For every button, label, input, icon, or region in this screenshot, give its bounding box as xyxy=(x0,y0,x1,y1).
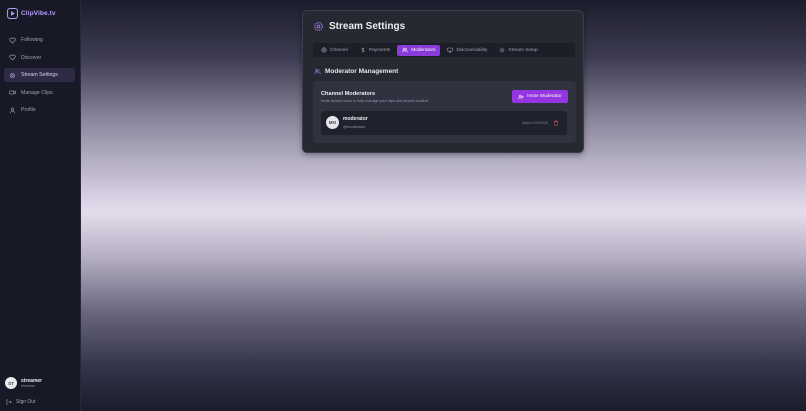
sidebar-item-label: Discover xyxy=(21,54,42,61)
user-handle: streamer xyxy=(21,383,36,388)
gear-icon xyxy=(500,47,505,53)
sidebar-item-stream-settings[interactable]: Stream Settings xyxy=(4,68,75,82)
sidebar-item-discover[interactable]: Discover xyxy=(4,51,75,65)
sidebar-item-label: Manage Clips xyxy=(21,89,53,96)
trash-icon[interactable] xyxy=(553,120,559,126)
sidebar: ClipVibe.tv Following Discover Stream Se… xyxy=(0,0,81,411)
avatar: ST xyxy=(5,377,17,389)
dollar-icon xyxy=(361,47,365,53)
page-title: Stream Settings xyxy=(313,21,405,32)
logout-icon xyxy=(6,399,12,405)
tab-channel[interactable]: Channel xyxy=(316,45,353,56)
sidebar-item-profile[interactable]: Profile xyxy=(4,103,75,117)
tab-label: Moderators xyxy=(411,47,436,53)
sidebar-item-label: Stream Settings xyxy=(21,72,58,78)
globe-icon xyxy=(321,47,327,53)
tab-payments[interactable]: Payments xyxy=(355,45,395,56)
tab-label: Channel xyxy=(330,47,348,53)
monitor-icon xyxy=(447,47,454,53)
section-title: Moderator Management xyxy=(314,68,398,75)
sidebar-item-manage-clips[interactable]: Manage Clips xyxy=(4,86,75,100)
tab-stream-setup[interactable]: Stream Setup xyxy=(494,45,542,56)
settings-tabs: Channel Payments Moderators Discoverabil… xyxy=(313,43,575,57)
tab-moderators[interactable]: Moderators xyxy=(397,44,441,56)
tab-label: Discoverability xyxy=(456,47,488,53)
tab-discoverability[interactable]: Discoverability xyxy=(442,45,492,56)
user-icon xyxy=(9,107,16,113)
moderator-handle: @moderator xyxy=(343,124,366,129)
sidebar-item-label: Following xyxy=(21,37,43,43)
sign-out-label: Sign Out xyxy=(16,399,36,405)
tab-label: Payments xyxy=(368,47,391,53)
app-logo[interactable]: ClipVibe.tv xyxy=(7,8,56,19)
panel-title: Channel Moderators xyxy=(321,91,376,97)
section-title-text: Moderator Management xyxy=(325,68,399,75)
invite-moderator-label: Invite Moderator xyxy=(527,94,562,99)
gear-icon xyxy=(9,72,16,78)
stream-settings-card: Stream Settings Channel Payments Moderat… xyxy=(302,10,584,153)
moderators-panel: Channel Moderators Invite trusted users … xyxy=(313,81,576,143)
page-title-text: Stream Settings xyxy=(329,21,406,32)
panel-subtitle: Invite trusted users to help manage your… xyxy=(321,99,428,103)
moderator-name: moderator xyxy=(343,116,368,122)
video-icon xyxy=(9,90,16,95)
user-name: streamer xyxy=(21,377,43,384)
moderator-added-date: Added 4/10/2025 xyxy=(522,121,548,125)
sidebar-item-following[interactable]: Following xyxy=(4,33,75,47)
invite-moderator-button[interactable]: Invite Moderator xyxy=(512,90,568,103)
heart-icon xyxy=(9,54,16,61)
users-icon xyxy=(314,68,321,75)
avatar: MO xyxy=(326,116,339,129)
users-icon xyxy=(402,47,409,53)
play-icon xyxy=(7,8,18,19)
user-profile[interactable]: ST streamer streamer xyxy=(5,377,42,389)
sidebar-nav: Following Discover Stream Settings Manag… xyxy=(4,33,75,121)
list-item: MO moderator @moderator Added 4/10/2025 xyxy=(321,111,567,135)
heart-icon xyxy=(9,37,16,43)
sidebar-item-label: Profile xyxy=(21,107,36,113)
app-name: ClipVibe.tv xyxy=(21,10,56,17)
gear-icon xyxy=(314,22,323,31)
user-plus-icon xyxy=(518,94,524,99)
sign-out-button[interactable]: Sign Out xyxy=(6,399,35,405)
tab-label: Stream Setup xyxy=(508,47,538,53)
